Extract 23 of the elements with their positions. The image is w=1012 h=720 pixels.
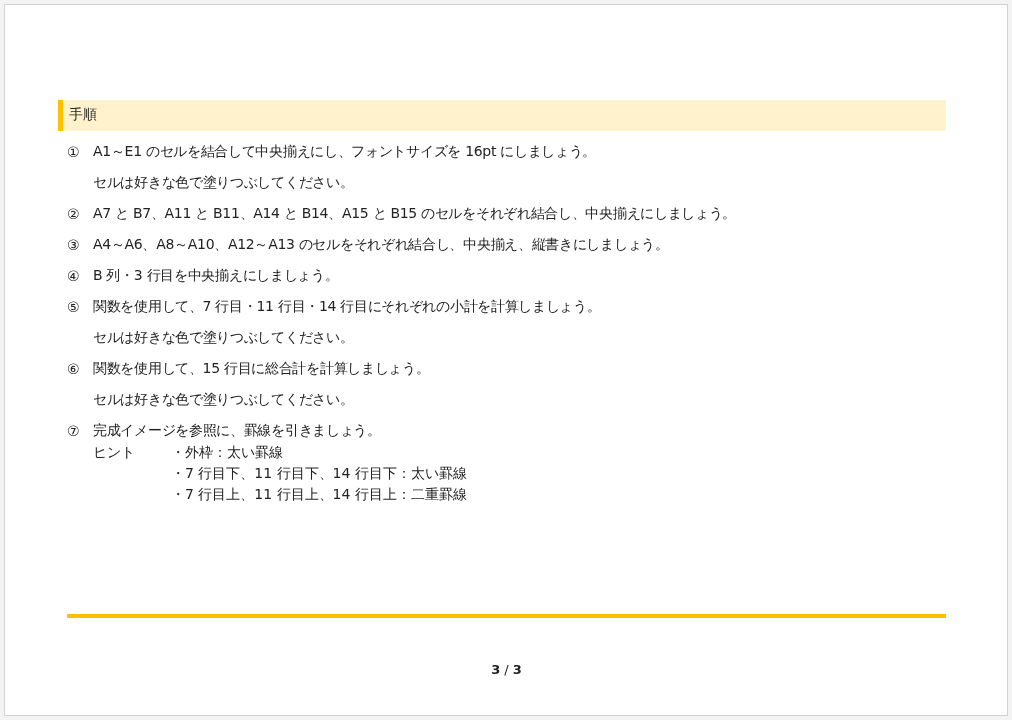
step-text: A4～A6、A8～A10、A12～A13 のセルをそれぞれ結合し、中央揃え、縦書きにしましょう。 bbox=[93, 235, 669, 254]
step-number: ⑤ bbox=[67, 298, 81, 315]
step-number: ⑦ bbox=[67, 422, 81, 439]
step-text: B 列・3 行目を中央揃えにしましょう。 bbox=[93, 266, 339, 285]
step-number: ③ bbox=[67, 236, 81, 253]
step-text: 完成イメージを参照に、罫線を引きましょう。 bbox=[93, 421, 381, 440]
step-text: A7 と B7、A11 と B11、A14 と B14、A15 と B15 のセルをそれぞれ結合し、中央揃えにしましょう。 bbox=[93, 204, 737, 223]
hint-item: ・7 行目下、11 行目下、14 行目下：太い罫線 bbox=[171, 464, 467, 483]
step-number: ② bbox=[67, 205, 81, 222]
step-note: セルは好きな色で塗りつぶしてください。 bbox=[93, 390, 354, 409]
section-heading: 手順 bbox=[58, 100, 946, 131]
hint-item: ・外枠：太い罫線 bbox=[171, 443, 284, 462]
step-number: ④ bbox=[67, 267, 81, 284]
hint-label: ヒント bbox=[93, 443, 136, 462]
step-note: セルは好きな色で塗りつぶしてください。 bbox=[93, 328, 354, 347]
hint-item: ・7 行目上、11 行目上、14 行目上：二重罫線 bbox=[171, 485, 467, 504]
step-text: 関数を使用して、15 行目に総合計を計算しましょう。 bbox=[93, 359, 430, 378]
step-text: 関数を使用して、7 行目・11 行目・14 行目にそれぞれの小計を計算しましょう。 bbox=[93, 297, 601, 316]
page-number: 3 / 3 bbox=[490, 662, 523, 677]
step-text: A1～E1 のセルを結合して中央揃えにし、フォントサイズを 16pt にしましょう。 bbox=[93, 142, 597, 161]
step-number: ① bbox=[67, 143, 81, 160]
step-note: セルは好きな色で塗りつぶしてください。 bbox=[93, 173, 354, 192]
step-number: ⑥ bbox=[67, 360, 81, 377]
